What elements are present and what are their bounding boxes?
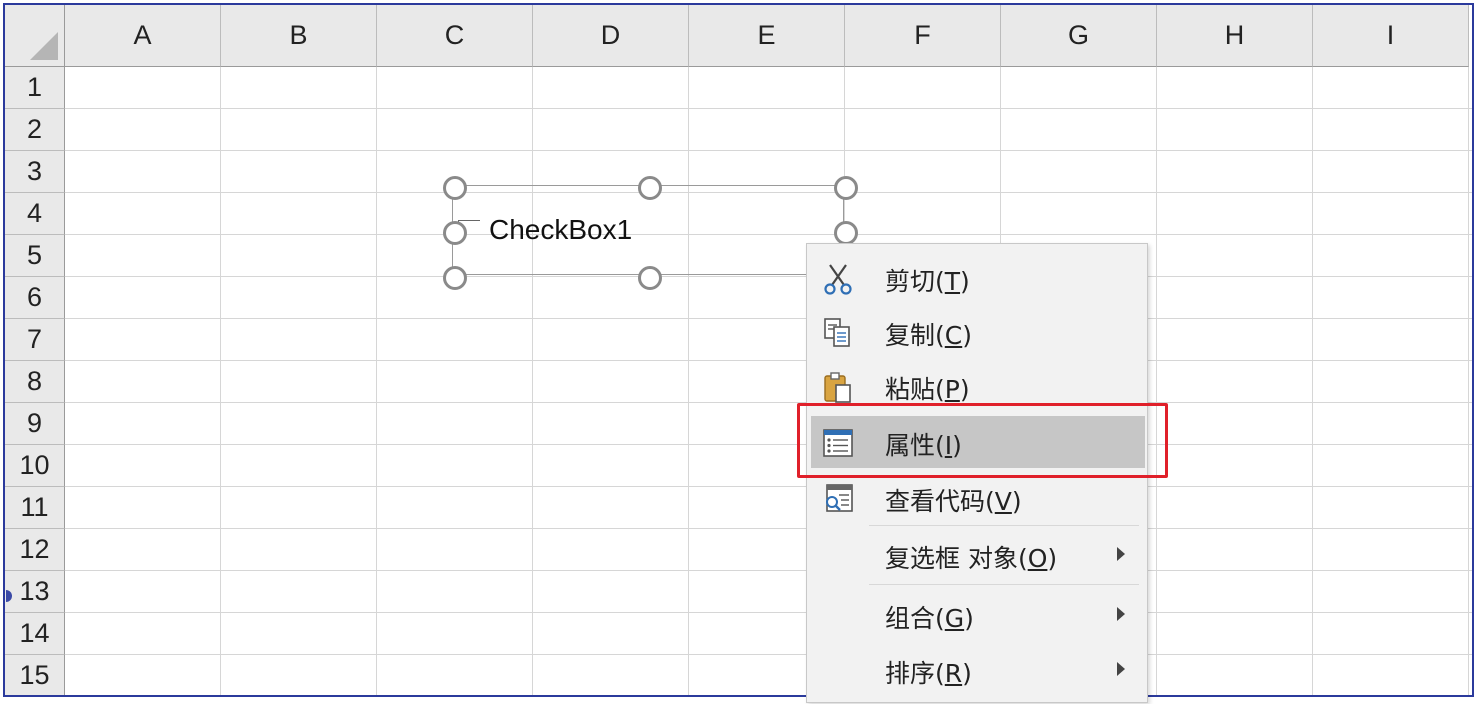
row-header-1[interactable]: 1: [5, 67, 65, 109]
row-header-5[interactable]: 5: [5, 235, 65, 277]
menu-item-group[interactable]: 组合(G): [807, 589, 1147, 641]
checkbox-label: CheckBox1: [489, 214, 633, 245]
scissors-icon: [824, 264, 852, 295]
row-header-7[interactable]: 7: [5, 319, 65, 361]
resize-handle-bottom[interactable]: [638, 266, 662, 290]
select-all-triangle-icon: [30, 32, 58, 60]
menu-item-label: 查看代码(V): [885, 487, 1022, 516]
select-all-corner[interactable]: [5, 5, 65, 67]
menu-item-label: 复制(C): [885, 321, 972, 350]
row-header-9[interactable]: 9: [5, 403, 65, 445]
column-header-f[interactable]: F: [845, 5, 1001, 67]
resize-handle-right[interactable]: [834, 221, 858, 245]
menu-item-order[interactable]: 排序(R): [807, 644, 1147, 696]
column-header-c[interactable]: C: [377, 5, 533, 67]
column-header-d[interactable]: D: [533, 5, 689, 67]
row-header-2[interactable]: 2: [5, 109, 65, 151]
column-header-b[interactable]: B: [221, 5, 377, 67]
menu-separator: [869, 525, 1139, 526]
menu-item-label: 粘贴(P): [885, 375, 970, 404]
resize-handle-bottom-left[interactable]: [443, 266, 467, 290]
resize-handle-left[interactable]: [443, 221, 467, 245]
paste-icon: [824, 372, 851, 403]
row-header-8[interactable]: 8: [5, 361, 65, 403]
submenu-arrow-icon: [1117, 607, 1125, 621]
copy-icon: [824, 318, 850, 347]
menu-item-label: 排序(R): [885, 659, 972, 688]
menu-item-label: 复选框 对象(O): [885, 544, 1058, 573]
menu-item-checkbox-object[interactable]: 复选框 对象(O): [807, 529, 1147, 581]
column-header-e[interactable]: E: [689, 5, 845, 67]
row-header-10[interactable]: 10: [5, 445, 65, 487]
submenu-arrow-icon: [1117, 662, 1125, 676]
menu-item-view-code[interactable]: 查看代码(V): [807, 472, 1147, 524]
worksheet-grid: A B C D E F G H I 1 2 3 4 5 6 7 8 9 10 1…: [5, 5, 1472, 695]
row-header-12[interactable]: 12: [5, 529, 65, 571]
submenu-arrow-icon: [1117, 547, 1125, 561]
row-header-15[interactable]: 15: [5, 655, 65, 695]
menu-item-label: 组合(G): [885, 604, 974, 633]
row-header-14[interactable]: 14: [5, 613, 65, 655]
resize-handle-top-left[interactable]: [443, 176, 467, 200]
column-header-h[interactable]: H: [1157, 5, 1313, 67]
column-header-a[interactable]: A: [65, 5, 221, 67]
resize-handle-top-right[interactable]: [834, 176, 858, 200]
row-header-11[interactable]: 11: [5, 487, 65, 529]
row-header-6[interactable]: 6: [5, 277, 65, 319]
menu-item-cut[interactable]: 剪切(T): [807, 252, 1147, 304]
menu-item-copy[interactable]: 复制(C): [807, 306, 1147, 358]
column-header-g[interactable]: G: [1001, 5, 1157, 67]
spreadsheet-window: A B C D E F G H I 1 2 3 4 5 6 7 8 9 10 1…: [3, 3, 1474, 697]
row-header-3[interactable]: 3: [5, 151, 65, 193]
row-header-4[interactable]: 4: [5, 193, 65, 235]
row-header-13[interactable]: 13: [5, 571, 65, 613]
highlight-outline: [797, 403, 1168, 478]
cell-area[interactable]: [65, 67, 1472, 695]
resize-handle-top[interactable]: [638, 176, 662, 200]
menu-separator: [869, 584, 1139, 585]
menu-item-label: 剪切(T): [885, 267, 970, 296]
column-header-i[interactable]: I: [1313, 5, 1469, 67]
view-code-icon: [826, 484, 853, 512]
